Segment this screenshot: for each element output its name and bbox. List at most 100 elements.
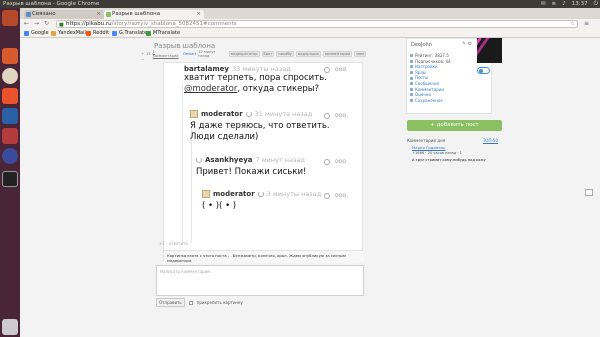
top50-link[interactable]: ТОП-50 [483, 138, 498, 143]
tab-related[interactable]: Связано × [24, 10, 104, 19]
clock-icon[interactable] [324, 66, 330, 73]
profile-avatar[interactable] [477, 38, 502, 63]
post-author[interactable]: Dekiart [183, 52, 196, 56]
more-icon[interactable]: ооо [335, 158, 346, 165]
bookmark-reddit[interactable]: Reddit [86, 29, 109, 38]
comment-controls: ооо [324, 66, 346, 73]
launcher [0, 8, 20, 337]
tab-favicon [106, 12, 111, 17]
cod-text: А трул стримит кому-нибудь под кожу [412, 158, 486, 162]
profile-name[interactable]: DeoJohn [411, 42, 432, 48]
page-content: + − Разрыв шаблона 15 1 Комментарий Deki… [20, 38, 600, 337]
cod-score: +1666 · 20 часов назад · 1 [412, 151, 462, 155]
bookmark-label: YandexMail [58, 30, 86, 36]
terminal-icon[interactable] [2, 171, 18, 187]
comment-text-part: хватит терпеть, пора спросить. [184, 73, 327, 83]
virtualbox-icon[interactable] [2, 108, 18, 124]
info-box: Картинка взята с этого поста - . Бенжаме… [164, 250, 364, 263]
more-icon[interactable]: ооо [335, 112, 346, 119]
comment-username[interactable]: moderator [201, 110, 243, 118]
bookmark-icon [410, 99, 413, 103]
edit-icon[interactable]: ✎ ⚙ [462, 41, 472, 47]
downvote-icon[interactable]: − [141, 57, 144, 63]
clock-icon[interactable] [324, 112, 330, 119]
theme-toggle[interactable] [477, 67, 490, 74]
attach-checkbox[interactable] [188, 300, 193, 305]
tag[interactable]: брат [261, 50, 275, 57]
address-bar-row: ← → ↻ ■ https://pikabu.ru/story/razryiv_… [20, 19, 600, 29]
tag[interactable]: мем [354, 50, 366, 57]
attach-label: прикрепить картинку [196, 300, 243, 305]
reply-textarea[interactable]: Написать комментарий [156, 265, 364, 296]
share-icon[interactable] [585, 189, 593, 196]
files-icon[interactable] [2, 48, 18, 64]
menu-icon[interactable]: ≡ [584, 20, 589, 28]
url-input[interactable]: ■ https://pikabu.ru/story/razryiv_shablo… [56, 20, 578, 28]
clock[interactable]: 13:37 [572, 0, 588, 8]
trash-icon[interactable] [2, 319, 18, 335]
comments-count[interactable]: 1 Комментарий [153, 50, 182, 58]
settings-icon[interactable] [2, 128, 18, 144]
bookmark-label: Google [31, 30, 49, 36]
user-icon [410, 59, 413, 63]
comment-username[interactable]: Asankhyeya [205, 156, 253, 164]
comment-text: Я даже теряюсь, что ответить. Люди сдела… [190, 121, 330, 142]
bookmark-label: Reddit [93, 30, 110, 36]
comments-thread: bartalamey 33 минуты назад ооо хватит те… [163, 62, 364, 263]
back-icon[interactable]: ← [24, 20, 29, 28]
tab-active[interactable]: Разрыв шаблона × [104, 10, 204, 19]
bookmark-mtranslate[interactable]: MTranslate [146, 29, 180, 38]
power-icon[interactable]: ⏻ [594, 0, 598, 8]
tab-label: Разрыв шаблона [112, 11, 161, 17]
mail-icon[interactable]: ✉ [541, 0, 546, 8]
volume-icon[interactable]: ♪ [562, 0, 566, 8]
send-button[interactable]: Отправить [156, 298, 185, 307]
clock-icon[interactable] [324, 192, 330, 199]
bookmark-icon [51, 31, 56, 36]
comment-icon [410, 87, 413, 91]
disk-icon[interactable] [2, 148, 18, 164]
star-icon[interactable]: ☆ [570, 21, 575, 27]
comment-text-part: , откуда стикеры? [237, 84, 319, 94]
bookmark-label: MTranslate [153, 30, 181, 36]
bookmark-icon [86, 31, 91, 36]
comment-username[interactable]: bartalamey [184, 65, 229, 73]
forward-icon[interactable]: → [34, 20, 39, 28]
post-rating-controls[interactable]: + − [141, 51, 144, 63]
post-actions[interactable]: +1 · ответить [159, 241, 188, 246]
comment-of-day: Комментарий дня ТОП-50 Мария Годомаль +1… [407, 138, 502, 168]
bookmark-label: G.Translate [119, 30, 148, 36]
close-tab-icon[interactable]: × [96, 10, 101, 19]
comment-text: Привет! Покажи сиськи! [196, 167, 307, 177]
close-tab-icon[interactable]: × [196, 10, 201, 19]
system-tray[interactable]: ✉ ≋ ♪ 13:37 ⏻ [541, 0, 598, 8]
tag[interactable]: модерация [295, 50, 321, 57]
bookmark-gtranslate[interactable]: G.Translate [112, 29, 147, 38]
more-icon[interactable]: ооо [335, 66, 346, 73]
bookmark-yandexmail[interactable]: YandexMail [51, 29, 86, 38]
tag[interactable]: пикабу [276, 50, 294, 57]
comment-username[interactable]: moderator [213, 190, 255, 198]
post-time: 12 минут назад [198, 49, 216, 58]
spinner-icon [245, 111, 252, 117]
software-center-icon[interactable] [2, 88, 18, 104]
wifi-icon[interactable]: ≋ [552, 0, 557, 8]
dash-icon[interactable] [2, 10, 18, 26]
cod-user[interactable]: Мария Годомаль [412, 145, 445, 150]
avatar[interactable] [202, 190, 210, 198]
tag[interactable]: видеорегатор [228, 50, 260, 57]
bookmark-google[interactable]: Google [24, 29, 49, 38]
comment-header: bartalamey 33 минуты назад [184, 65, 291, 73]
profile-link-saved[interactable]: Сохраненное [410, 98, 451, 104]
more-icon[interactable]: ооо [335, 192, 346, 199]
comment-text: хватит терпеть, пора спросить. @moderato… [184, 73, 360, 95]
avatar[interactable] [190, 110, 198, 118]
thread-line [182, 85, 183, 245]
reload-icon[interactable]: ↻ [44, 20, 49, 28]
tab-label: Связано [32, 11, 56, 17]
mention-link[interactable]: @moderator [184, 84, 237, 94]
add-post-button[interactable]: + добавить пост [407, 120, 502, 131]
tag[interactable]: комментарии [322, 50, 353, 57]
chrome-icon[interactable] [2, 68, 18, 84]
clock-icon[interactable] [324, 158, 330, 165]
